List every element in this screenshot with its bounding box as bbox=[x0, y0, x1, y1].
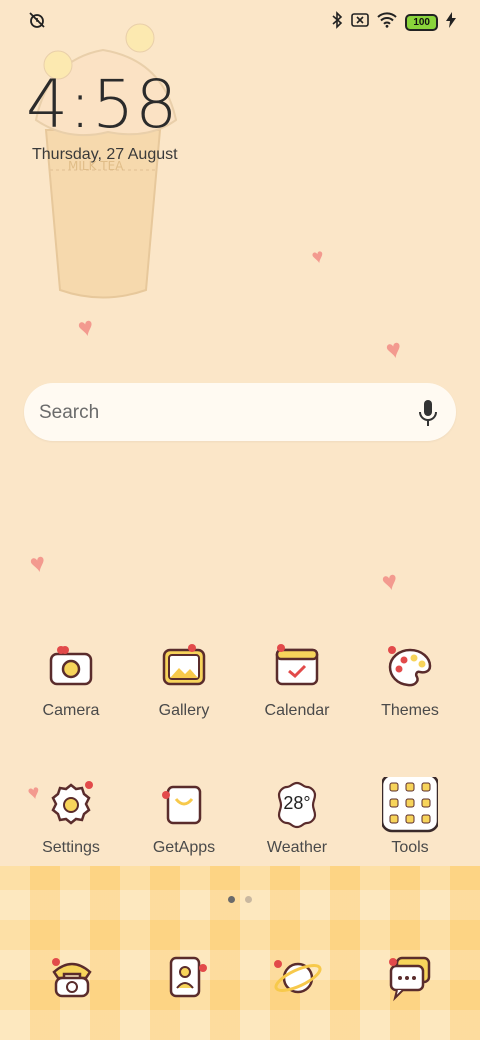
clock-date[interactable]: Thursday, 27 August bbox=[32, 146, 178, 164]
app-getapps[interactable]: GetApps bbox=[128, 777, 240, 857]
milk-tea-wallpaper-illustration: MILK TEA bbox=[28, 20, 188, 310]
folder-icon bbox=[380, 773, 440, 833]
mic-icon[interactable] bbox=[418, 399, 438, 432]
app-label: Calendar bbox=[264, 702, 330, 719]
charging-icon bbox=[446, 12, 456, 33]
weather-icon: 28° bbox=[269, 777, 325, 833]
calendar-icon bbox=[269, 640, 325, 696]
app-settings[interactable]: Settings bbox=[15, 777, 127, 857]
page-dot[interactable] bbox=[245, 896, 252, 903]
clock-time[interactable]: 4:58 bbox=[26, 66, 178, 143]
app-label: Settings bbox=[42, 839, 100, 856]
app-tools[interactable]: Tools bbox=[354, 773, 466, 857]
battery-icon: 100 bbox=[405, 14, 438, 31]
bluetooth-icon bbox=[331, 11, 343, 34]
app-camera[interactable]: Camera bbox=[15, 640, 127, 720]
heart-icon: ♥ bbox=[27, 546, 49, 580]
browser-icon[interactable] bbox=[270, 950, 326, 1006]
wifi-icon bbox=[377, 12, 398, 33]
sim-off-icon bbox=[351, 12, 370, 33]
app-label: Weather bbox=[266, 839, 328, 856]
app-label: GetApps bbox=[152, 839, 216, 856]
heart-icon: ♥ bbox=[383, 332, 405, 366]
contacts-icon[interactable] bbox=[157, 950, 213, 1006]
messages-icon[interactable] bbox=[383, 950, 439, 1006]
heart-icon: ♥ bbox=[75, 310, 97, 344]
app-label: Camera bbox=[42, 702, 100, 719]
search-placeholder: Search bbox=[39, 402, 100, 423]
app-weather[interactable]: 28° Weather bbox=[241, 777, 353, 857]
app-label: Gallery bbox=[158, 702, 210, 719]
camera-icon bbox=[43, 640, 99, 696]
page-dot[interactable] bbox=[228, 896, 235, 903]
app-themes[interactable]: Themes bbox=[354, 640, 466, 720]
heart-icon: ♥ bbox=[379, 564, 401, 598]
app-label: Themes bbox=[381, 702, 439, 719]
search-bar[interactable]: Search bbox=[24, 383, 456, 441]
heart-icon: ♥ bbox=[309, 245, 327, 269]
palette-icon bbox=[382, 640, 438, 696]
page-indicator[interactable] bbox=[0, 896, 480, 903]
phone-icon[interactable] bbox=[44, 950, 100, 1006]
shopping-bag-icon bbox=[156, 777, 212, 833]
app-calendar[interactable]: Calendar bbox=[241, 640, 353, 720]
gear-icon bbox=[43, 777, 99, 833]
app-label: Tools bbox=[391, 839, 429, 856]
gallery-icon bbox=[156, 640, 212, 696]
weather-temperature: 28° bbox=[283, 793, 311, 813]
app-gallery[interactable]: Gallery bbox=[128, 640, 240, 720]
